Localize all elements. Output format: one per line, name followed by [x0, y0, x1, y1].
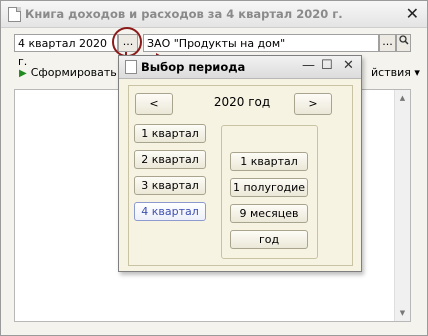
period-q1-button[interactable]: 1 квартал	[230, 152, 308, 171]
year-label: 2020 год	[213, 95, 271, 109]
minimize-button[interactable]: —	[302, 58, 315, 73]
period-half-year-button[interactable]: 1 полугодие	[230, 178, 308, 197]
period-dialog: Выбор периода — ☐ ✕ < 2020 год > 1 кварт…	[118, 55, 362, 272]
dialog-body: < 2020 год > 1 квартал 2 квартал 3 кварт…	[128, 85, 353, 266]
maximize-button[interactable]: ☐	[321, 58, 333, 73]
quarter-4-button[interactable]: 4 квартал	[134, 202, 206, 221]
dialog-title: Выбор периода	[141, 60, 246, 74]
next-year-button[interactable]: >	[294, 93, 332, 115]
dialog-close-button[interactable]: ✕	[343, 58, 354, 73]
prev-year-button[interactable]: <	[135, 93, 173, 115]
quarter-3-button[interactable]: 3 квартал	[134, 176, 206, 195]
cumulative-period-panel: 1 квартал 1 полугодие 9 месяцев год	[221, 125, 318, 259]
dialog-titlebar: Выбор периода — ☐ ✕	[119, 56, 361, 79]
quarter-1-button[interactable]: 1 квартал	[134, 124, 206, 143]
period-year-button[interactable]: год	[230, 230, 308, 249]
quarter-2-button[interactable]: 2 квартал	[134, 150, 206, 169]
dialog-document-icon	[125, 60, 137, 74]
period-9-months-button[interactable]: 9 месяцев	[230, 204, 308, 223]
